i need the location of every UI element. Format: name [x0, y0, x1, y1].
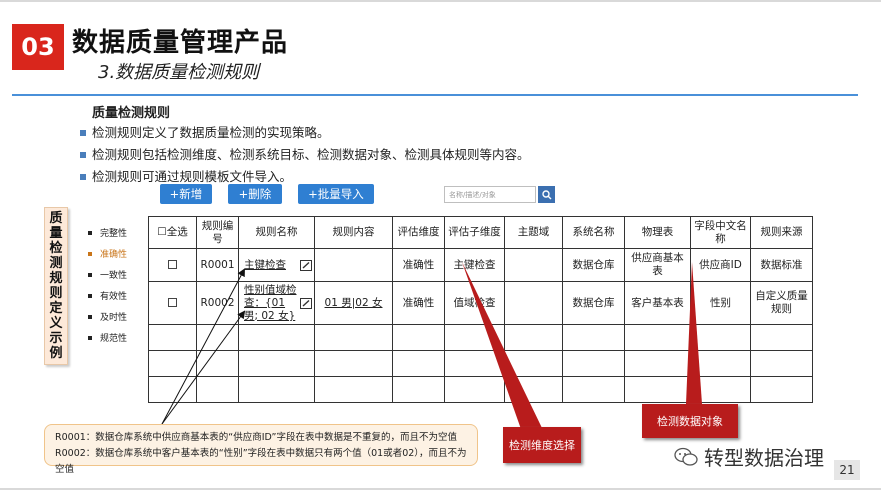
bullet-square-icon	[80, 174, 86, 180]
bullet-square-icon	[80, 130, 86, 136]
table-header-row: ☐全选 规则编号 规则名称 规则内容 评估维度 评估子维度 主题域 系统名称 物…	[148, 216, 813, 249]
rule-id: R0001	[196, 248, 239, 282]
dimension-item[interactable]: 及时性	[88, 306, 127, 327]
table-row-empty	[148, 376, 813, 403]
dimension-list: 完整性 准确性 一致性 有效性 及时性 规范性	[88, 222, 127, 348]
dimension-item-active[interactable]: 准确性	[88, 243, 127, 264]
wechat-icon	[674, 447, 698, 466]
dimension-item[interactable]: 一致性	[88, 264, 127, 285]
note-line: R0001：数据仓库系统中供应商基本表的“供应商ID”字段在表中数据是不重复的，…	[55, 432, 457, 443]
bullet-square-icon	[88, 314, 92, 319]
column-header: 字段中文名称	[690, 216, 751, 249]
edit-icon[interactable]	[300, 259, 312, 271]
header-divider	[12, 94, 858, 96]
table-row: R0002 性别值域检查：{01 男; 02 女} 01 男|02 女 准确性 …	[148, 281, 813, 325]
bullet-item: 检测规则定义了数据质量检测的实现策略。	[80, 122, 530, 144]
callout-data-object: 检测数据对象	[642, 404, 738, 438]
callout-dimension-select: 检测维度选择	[503, 427, 581, 463]
rule-field: 供应商ID	[690, 248, 751, 282]
edit-icon[interactable]	[300, 297, 312, 309]
side-vertical-label: 质 量 检 测 规 则 定 义 示 例	[44, 207, 68, 365]
rule-subject-area	[504, 281, 563, 325]
rule-field: 性别	[690, 281, 751, 325]
bullet-square-icon	[88, 272, 92, 277]
rule-name-cell: 性别值域检查：{01 男; 02 女}	[238, 281, 315, 325]
section-number-badge: 03	[12, 24, 64, 70]
page-number: 21	[834, 460, 860, 480]
rule-content: 01 男|02 女	[314, 281, 393, 325]
intro-bullets: 检测规则定义了数据质量检测的实现策略。 检测规则包括检测维度、检测系统目标、检测…	[80, 122, 530, 188]
column-header: 评估子维度	[444, 216, 505, 249]
column-header: 评估维度	[392, 216, 445, 249]
add-rule-button[interactable]: +新增	[160, 184, 212, 204]
row-checkbox[interactable]	[168, 260, 177, 269]
column-header: 系统名称	[562, 216, 625, 249]
bullet-square-icon	[80, 152, 86, 158]
column-header: 规则内容	[314, 216, 393, 249]
rule-table: 客户基本表	[624, 281, 691, 325]
bottom-border	[0, 488, 881, 490]
rule-table: 供应商基本表	[624, 248, 691, 282]
rule-content	[314, 248, 393, 282]
rule-dimension: 准确性	[392, 248, 445, 282]
column-header: 规则编号	[196, 216, 239, 249]
delete-rule-button[interactable]: +删除	[228, 184, 282, 204]
dimension-item[interactable]: 有效性	[88, 285, 127, 306]
dimension-item[interactable]: 规范性	[88, 327, 127, 348]
rule-sub-dimension: 值域检查	[444, 281, 505, 325]
page-subtitle: 3.数据质量检测规则	[98, 62, 260, 83]
search-input[interactable]: 名称/描述/对象	[444, 186, 536, 203]
column-header: 物理表	[624, 216, 691, 249]
rule-name-link[interactable]: 性别值域检查：{01 男; 02 女}	[244, 284, 300, 323]
bullet-item: 检测规则包括检测维度、检测系统目标、检测数据对象、检测具体规则等内容。	[80, 144, 530, 166]
bullet-square-icon	[88, 251, 92, 256]
table-row: R0001 主键检查 准确性 主键检查 数据仓库 供应商基本表 供应商ID 数据…	[148, 248, 813, 282]
search-button[interactable]	[538, 186, 555, 203]
bullet-square-icon	[88, 230, 92, 235]
column-header: 规则名称	[238, 216, 315, 249]
batch-import-button[interactable]: +批量导入	[298, 184, 374, 204]
rules-table: ☐全选 规则编号 规则名称 规则内容 评估维度 评估子维度 主题域 系统名称 物…	[148, 216, 813, 403]
select-all-checkbox[interactable]: ☐全选	[148, 216, 197, 249]
intro-heading: 质量检测规则	[92, 106, 171, 121]
column-header: 规则来源	[750, 216, 813, 249]
dimension-item[interactable]: 完整性	[88, 222, 127, 243]
column-header: 主题域	[504, 216, 563, 249]
rule-subject-area	[504, 248, 563, 282]
rule-system: 数据仓库	[562, 281, 625, 325]
rule-dimension: 准确性	[392, 281, 445, 325]
row-checkbox[interactable]	[168, 298, 177, 307]
row-checkbox-cell	[148, 281, 197, 325]
rule-sub-dimension: 主键检查	[444, 248, 505, 282]
watermark: 转型数据治理	[674, 442, 824, 471]
page-title: 数据质量管理产品	[72, 28, 289, 58]
table-row-empty	[148, 324, 813, 351]
rule-system: 数据仓库	[562, 248, 625, 282]
rule-source: 数据标准	[750, 248, 813, 282]
rule-source: 自定义质量规则	[750, 281, 813, 325]
row-checkbox-cell	[148, 248, 197, 282]
rule-name-cell: 主键检查	[238, 248, 315, 282]
rule-id: R0002	[196, 281, 239, 325]
top-border	[0, 0, 881, 2]
table-row-empty	[148, 350, 813, 377]
bullet-square-icon	[88, 335, 92, 340]
note-line: R0002：数据仓库系统中客户基本表的“性别”字段在表中数据只有两个值（01或者…	[55, 448, 467, 475]
bullet-square-icon	[88, 293, 92, 298]
search-icon	[541, 189, 551, 199]
rule-name-link[interactable]: 主键检查	[244, 259, 286, 272]
rule-notes-box: R0001：数据仓库系统中供应商基本表的“供应商ID”字段在表中数据是不重复的，…	[44, 424, 478, 475]
